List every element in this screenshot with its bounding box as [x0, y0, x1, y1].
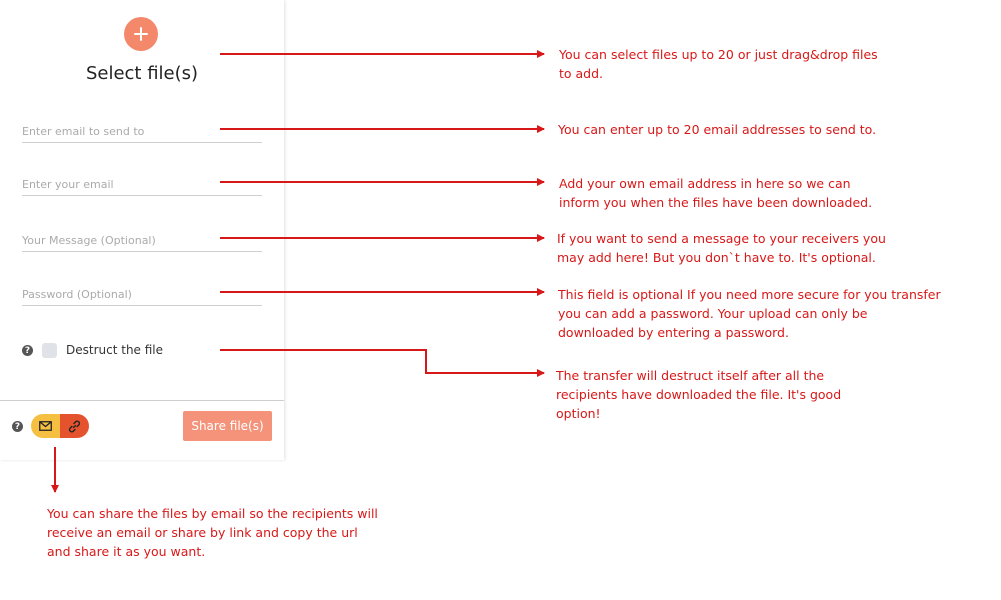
- upload-panel: Select file(s) ? Destruct the file ? Sh: [0, 0, 284, 460]
- divider: [0, 400, 284, 401]
- note-select-files: You can select files up to 20 or just dr…: [559, 47, 878, 81]
- message-field: [22, 229, 262, 252]
- destruct-label: Destruct the file: [66, 343, 164, 357]
- share-by-link-button[interactable]: [60, 414, 89, 438]
- share-by-email-button[interactable]: [31, 414, 60, 438]
- share-help-icon[interactable]: ?: [12, 421, 23, 432]
- password-input[interactable]: [22, 288, 262, 301]
- destruct-help-icon[interactable]: ?: [22, 345, 33, 356]
- destruct-checkbox[interactable]: [42, 343, 57, 358]
- note-message: If you want to send a message to your re…: [557, 231, 886, 265]
- envelope-icon: [39, 421, 52, 431]
- message-input[interactable]: [22, 234, 262, 247]
- note-destruct: The transfer will destruct itself after …: [556, 368, 842, 421]
- note-your-email: Add your own email address in here so we…: [559, 176, 873, 210]
- your-email-field: [22, 173, 262, 196]
- add-files-button[interactable]: [124, 17, 158, 51]
- share-mode-toggle: [31, 414, 89, 438]
- select-files-title[interactable]: Select file(s): [0, 63, 284, 84]
- share-files-button[interactable]: Share file(s): [183, 411, 272, 441]
- note-password: This field is optional If you need more …: [558, 287, 941, 340]
- note-share-mode: You can share the files by email so the …: [47, 506, 378, 559]
- link-icon: [68, 420, 81, 432]
- send-to-input[interactable]: [22, 125, 262, 138]
- plus-icon: [134, 27, 148, 41]
- your-email-input[interactable]: [22, 178, 262, 191]
- password-field: [22, 283, 262, 306]
- send-to-field: [22, 120, 262, 143]
- note-send-to: You can enter up to 20 email addresses t…: [558, 122, 877, 137]
